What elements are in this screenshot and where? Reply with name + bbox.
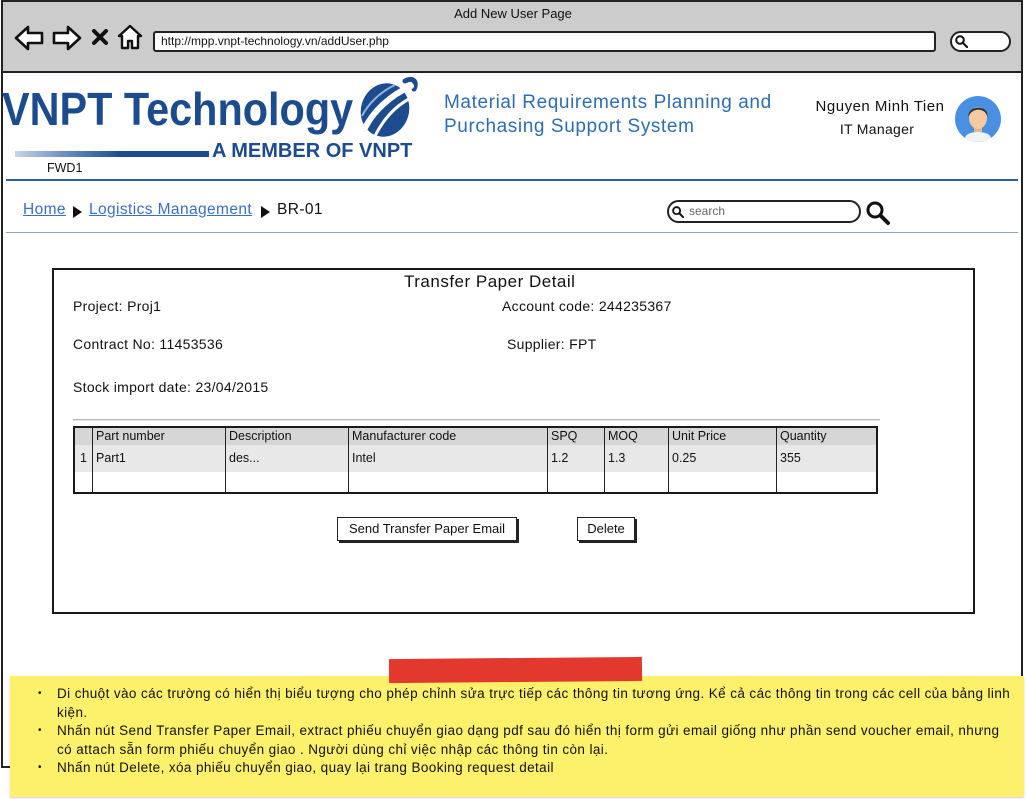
table-cell[interactable] bbox=[349, 472, 548, 492]
section-divider bbox=[73, 419, 880, 421]
breadcrumb-divider bbox=[6, 232, 1018, 233]
annotation-item: Nhấn nút Delete, xóa phiếu chuyển giao, … bbox=[38, 759, 1012, 778]
contract-no-label: Contract No: bbox=[73, 336, 156, 352]
header-divider bbox=[6, 179, 1018, 181]
back-arrow-icon[interactable] bbox=[14, 25, 44, 51]
forward-arrow-icon[interactable] bbox=[52, 25, 82, 51]
table-cell-moq[interactable]: 1.3 bbox=[605, 445, 669, 472]
table-header-cell: Unit Price bbox=[669, 428, 777, 445]
table-header-row: Part number Description Manufacturer cod… bbox=[75, 428, 876, 445]
browser-search-field[interactable] bbox=[950, 31, 1011, 52]
contract-no-value[interactable]: 11453536 bbox=[159, 336, 223, 352]
table-cell-quantity[interactable]: 355 bbox=[777, 445, 876, 472]
account-code-value[interactable]: 244235367 bbox=[599, 298, 672, 314]
table-row[interactable]: 1 Part1 des... Intel 1.2 1.3 0.25 355 bbox=[75, 445, 876, 472]
panel-title: Transfer Paper Detail bbox=[404, 272, 576, 291]
table-header-cell bbox=[75, 428, 93, 445]
company-logo-text: VNPT Technology bbox=[2, 83, 354, 135]
user-role: IT Manager bbox=[839, 121, 915, 137]
supplier-value[interactable]: FPT bbox=[569, 336, 596, 352]
stock-import-date-field: Stock import date: 23/04/2015 bbox=[73, 378, 269, 396]
home-icon[interactable] bbox=[117, 24, 143, 50]
annotation-item: Di chuột vào các trường có hiển thị biểu… bbox=[38, 685, 1012, 722]
table-cell-row-number: 1 bbox=[75, 445, 93, 472]
breadcrumb-current: BR-01 bbox=[277, 201, 323, 218]
search-icon bbox=[672, 205, 685, 223]
delete-button[interactable]: Delete bbox=[577, 517, 635, 541]
table-cell bbox=[75, 472, 93, 492]
app-title: Material Requirements Planning and Purch… bbox=[444, 91, 772, 139]
supplier-field: Supplier: FPT bbox=[507, 335, 597, 353]
triangle-right-icon bbox=[260, 205, 270, 223]
table-header-cell: Manufacturer code bbox=[349, 428, 548, 445]
contract-no-field: Contract No: 11453536 bbox=[73, 335, 223, 353]
page-code: FWD1 bbox=[47, 161, 83, 175]
table-cell-manufacturer-code[interactable]: Intel bbox=[349, 445, 548, 472]
close-icon[interactable] bbox=[91, 28, 109, 46]
table-cell[interactable] bbox=[226, 472, 349, 492]
search-icon bbox=[955, 35, 969, 53]
table-cell[interactable] bbox=[93, 472, 226, 492]
triangle-right-icon bbox=[72, 205, 82, 223]
annotation-item: Nhấn nút Send Transfer Paper Email, extr… bbox=[38, 722, 1012, 759]
breadcrumb-section-link[interactable]: Logistics Management bbox=[89, 201, 252, 219]
vnpt-logo-icon bbox=[355, 76, 419, 145]
table-cell-part-number[interactable]: Part1 bbox=[93, 445, 226, 472]
supplier-label: Supplier: bbox=[507, 336, 565, 352]
account-code-field: Account code: 244235367 bbox=[502, 297, 672, 315]
note-tape bbox=[388, 656, 643, 684]
table-cell[interactable] bbox=[605, 472, 669, 492]
search-input[interactable]: search bbox=[667, 200, 861, 223]
stock-import-date-label: Stock import date: bbox=[73, 379, 192, 395]
app-title-line-2: Purchasing Support System bbox=[444, 116, 695, 137]
table-header-cell: Quantity bbox=[780, 429, 827, 443]
annotation-list: Di chuột vào các trường có hiển thị biểu… bbox=[10, 676, 1024, 778]
table-header-cell: SPQ bbox=[548, 428, 605, 445]
window-title: Add New User Page bbox=[454, 6, 572, 21]
search-placeholder: search bbox=[689, 204, 726, 218]
project-field: Project: Proj1 bbox=[73, 297, 161, 315]
user-avatar-icon[interactable] bbox=[954, 95, 1002, 148]
table-header-cell: Description bbox=[226, 428, 349, 445]
account-code-label: Account code: bbox=[502, 298, 595, 314]
table-cell-unit-price[interactable]: 0.25 bbox=[669, 445, 777, 472]
table-row-empty[interactable] bbox=[75, 472, 876, 492]
address-bar[interactable]: http://mpp.vnpt-technology.vn/addUser.ph… bbox=[153, 31, 936, 52]
parts-table: Part number Description Manufacturer cod… bbox=[73, 426, 878, 494]
table-cell-description[interactable]: des... bbox=[226, 445, 349, 472]
annotation-note: Di chuột vào các trường có hiển thị biểu… bbox=[10, 676, 1024, 797]
project-value[interactable]: Proj1 bbox=[127, 298, 161, 314]
table-header-cell: Part number bbox=[93, 428, 226, 445]
tagline-bar bbox=[15, 151, 209, 157]
table-cell-spq[interactable]: 1.2 bbox=[548, 445, 605, 472]
app-title-line-1: Material Requirements Planning and bbox=[444, 92, 772, 113]
company-tagline: A MEMBER OF VNPT bbox=[212, 140, 413, 162]
table-cell[interactable] bbox=[669, 472, 777, 492]
table-cell[interactable] bbox=[777, 472, 876, 492]
stock-import-date-value[interactable]: 23/04/2015 bbox=[195, 379, 268, 395]
search-icon[interactable] bbox=[865, 200, 891, 231]
user-name: Nguyen Minh Tien bbox=[815, 98, 945, 115]
table-header-cell: MOQ bbox=[605, 428, 669, 445]
table-cell[interactable] bbox=[548, 472, 605, 492]
project-label: Project: bbox=[73, 298, 123, 314]
send-transfer-paper-email-button[interactable]: Send Transfer Paper Email bbox=[337, 517, 517, 541]
breadcrumb-home-link[interactable]: Home bbox=[23, 201, 66, 219]
